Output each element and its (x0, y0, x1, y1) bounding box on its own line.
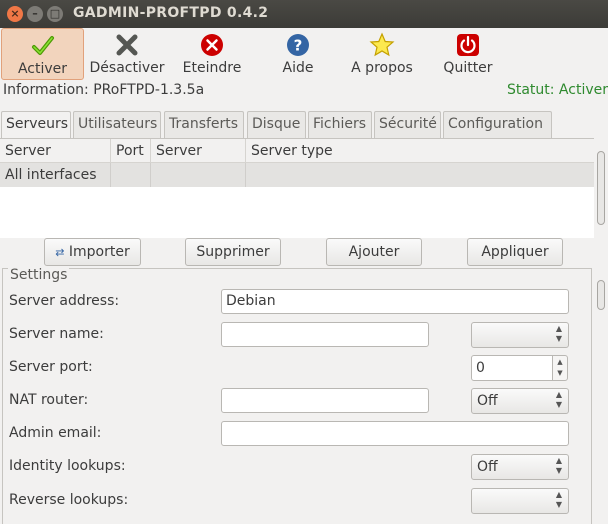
appliquer-button[interactable]: Appliquer (467, 238, 563, 266)
identity-lookups-combo[interactable]: Off ▲ ▼ (471, 454, 569, 480)
maximize-window-button[interactable]: □ (47, 6, 63, 22)
servers-table: Server address Port Server name Server t… (0, 138, 594, 238)
server-port-input[interactable]: 0 (471, 355, 553, 381)
table-actions: ⇄ Importer Supprimer Ajouter Appliquer (0, 238, 608, 268)
toolbar: Activer Désactiver Eteindre ? Aide A pro… (0, 28, 608, 80)
column-header-server-type[interactable]: Server type (246, 139, 594, 163)
tab-fichiers[interactable]: Fichiers (308, 111, 372, 138)
server-name-label: Server name: (9, 326, 104, 342)
column-header-server-name[interactable]: Server name (151, 139, 246, 183)
admin-email-input[interactable] (221, 421, 569, 446)
updown-arrow-icon: ▲ ▼ (555, 390, 562, 409)
settings-scrollbar[interactable] (594, 268, 608, 524)
tab-disque[interactable]: Disque (247, 111, 306, 138)
identity-lookups-combo-value: Off (477, 459, 498, 475)
table-scrollbar-thumb[interactable] (597, 151, 605, 225)
aide-button[interactable]: ? Aide (262, 28, 334, 80)
column-header-server-address[interactable]: Server address (0, 139, 111, 183)
aide-label: Aide (282, 60, 314, 76)
quitter-button[interactable]: Quitter (432, 28, 504, 80)
server-name-input[interactable] (221, 322, 429, 347)
admin-email-label: Admin email: (9, 425, 102, 441)
table-cell (151, 163, 246, 187)
spin-arrows-icon[interactable]: ▲ ▼ (552, 355, 568, 381)
server-address-label: Server address: (9, 293, 120, 309)
server-port-spinner[interactable]: 0 ▲ ▼ (471, 355, 569, 381)
eteindre-label: Eteindre (182, 60, 242, 76)
information-text: Information: PRoFTPD-1.3.5a (3, 82, 205, 98)
tab-securite[interactable]: Sécurité (374, 111, 441, 138)
apropos-label: A propos (351, 60, 413, 76)
check-icon (2, 33, 83, 59)
info-bar: Information: PRoFTPD-1.3.5a Statut: Acti… (0, 80, 608, 102)
cross-icon (88, 32, 166, 58)
table-cell (246, 163, 594, 187)
window-title: GADMIN-PROFTPD 0.4.2 (73, 5, 269, 21)
tab-serveurs[interactable]: Serveurs (1, 111, 71, 140)
importer-button[interactable]: ⇄ Importer (44, 238, 141, 266)
reverse-lookups-label: Reverse lookups: (9, 492, 129, 508)
nat-router-row: NAT router: Off ▲ ▼ (3, 388, 593, 414)
updown-arrow-icon: ▲ ▼ (555, 324, 562, 343)
server-address-input[interactable]: Debian (221, 289, 569, 314)
notebook-tabs: Serveurs Utilisateurs Transferts Disque … (0, 111, 608, 140)
supprimer-button[interactable]: Supprimer (185, 238, 281, 266)
admin-email-row: Admin email: (3, 421, 593, 447)
column-header-port[interactable]: Port (111, 139, 151, 163)
identity-lookups-label: Identity lookups: (9, 458, 126, 474)
settings-scrollbar-thumb[interactable] (597, 280, 605, 310)
table-scrollbar[interactable] (594, 139, 608, 238)
reverse-lookups-combo[interactable]: ▲ ▼ (471, 488, 569, 514)
import-icon: ⇄ (55, 246, 65, 259)
identity-lookups-row: Identity lookups: Off ▲ ▼ (3, 454, 593, 480)
server-address-row: Server address: Debian (3, 289, 593, 315)
tab-transferts[interactable]: Transferts (164, 111, 244, 138)
close-window-button[interactable]: × (7, 6, 23, 22)
tab-utilisateurs[interactable]: Utilisateurs (73, 111, 161, 138)
server-port-label: Server port: (9, 359, 93, 375)
settings-frame: Settings Server address: Debian Server n… (2, 267, 593, 524)
tab-configuration[interactable]: Configuration (443, 111, 552, 138)
ajouter-button[interactable]: Ajouter (326, 238, 422, 266)
updown-arrow-icon: ▲ ▼ (555, 490, 562, 509)
importer-label: Importer (68, 244, 130, 260)
settings-legend: Settings (8, 267, 70, 283)
status-text: Statut: Activer (506, 82, 608, 98)
activer-label: Activer (17, 61, 68, 77)
nat-router-label: NAT router: (9, 392, 89, 408)
minimize-window-button[interactable]: – (27, 6, 43, 22)
desactiver-button[interactable]: Désactiver (88, 28, 166, 80)
updown-arrow-icon: ▲ ▼ (555, 456, 562, 475)
server-port-row: Server port: 0 ▲ ▼ (3, 355, 593, 381)
table-cell (111, 163, 151, 187)
nat-router-input[interactable] (221, 388, 429, 413)
table-row[interactable]: All interfaces (0, 163, 594, 187)
activer-button[interactable]: Activer (1, 28, 84, 80)
power-icon (432, 32, 504, 58)
star-icon (345, 32, 419, 58)
nat-router-combo-value: Off (477, 393, 498, 409)
svg-text:?: ? (294, 37, 303, 55)
desactiver-label: Désactiver (89, 60, 165, 76)
help-icon: ? (262, 32, 334, 58)
table-header: Server address Port Server name Server t… (0, 139, 594, 183)
server-name-row: Server name: ▲ ▼ (3, 322, 593, 348)
apropos-button[interactable]: A propos (345, 28, 419, 80)
quitter-label: Quitter (443, 60, 493, 76)
eteindre-button[interactable]: Eteindre (176, 28, 248, 80)
title-bar: × – □ GADMIN-PROFTPD 0.4.2 (0, 0, 608, 28)
reverse-lookups-row: Reverse lookups: ▲ ▼ (3, 488, 593, 514)
server-name-combo[interactable]: ▲ ▼ (471, 322, 569, 348)
nat-router-combo[interactable]: Off ▲ ▼ (471, 388, 569, 414)
stop-icon (176, 32, 248, 58)
table-cell: All interfaces (0, 163, 111, 187)
